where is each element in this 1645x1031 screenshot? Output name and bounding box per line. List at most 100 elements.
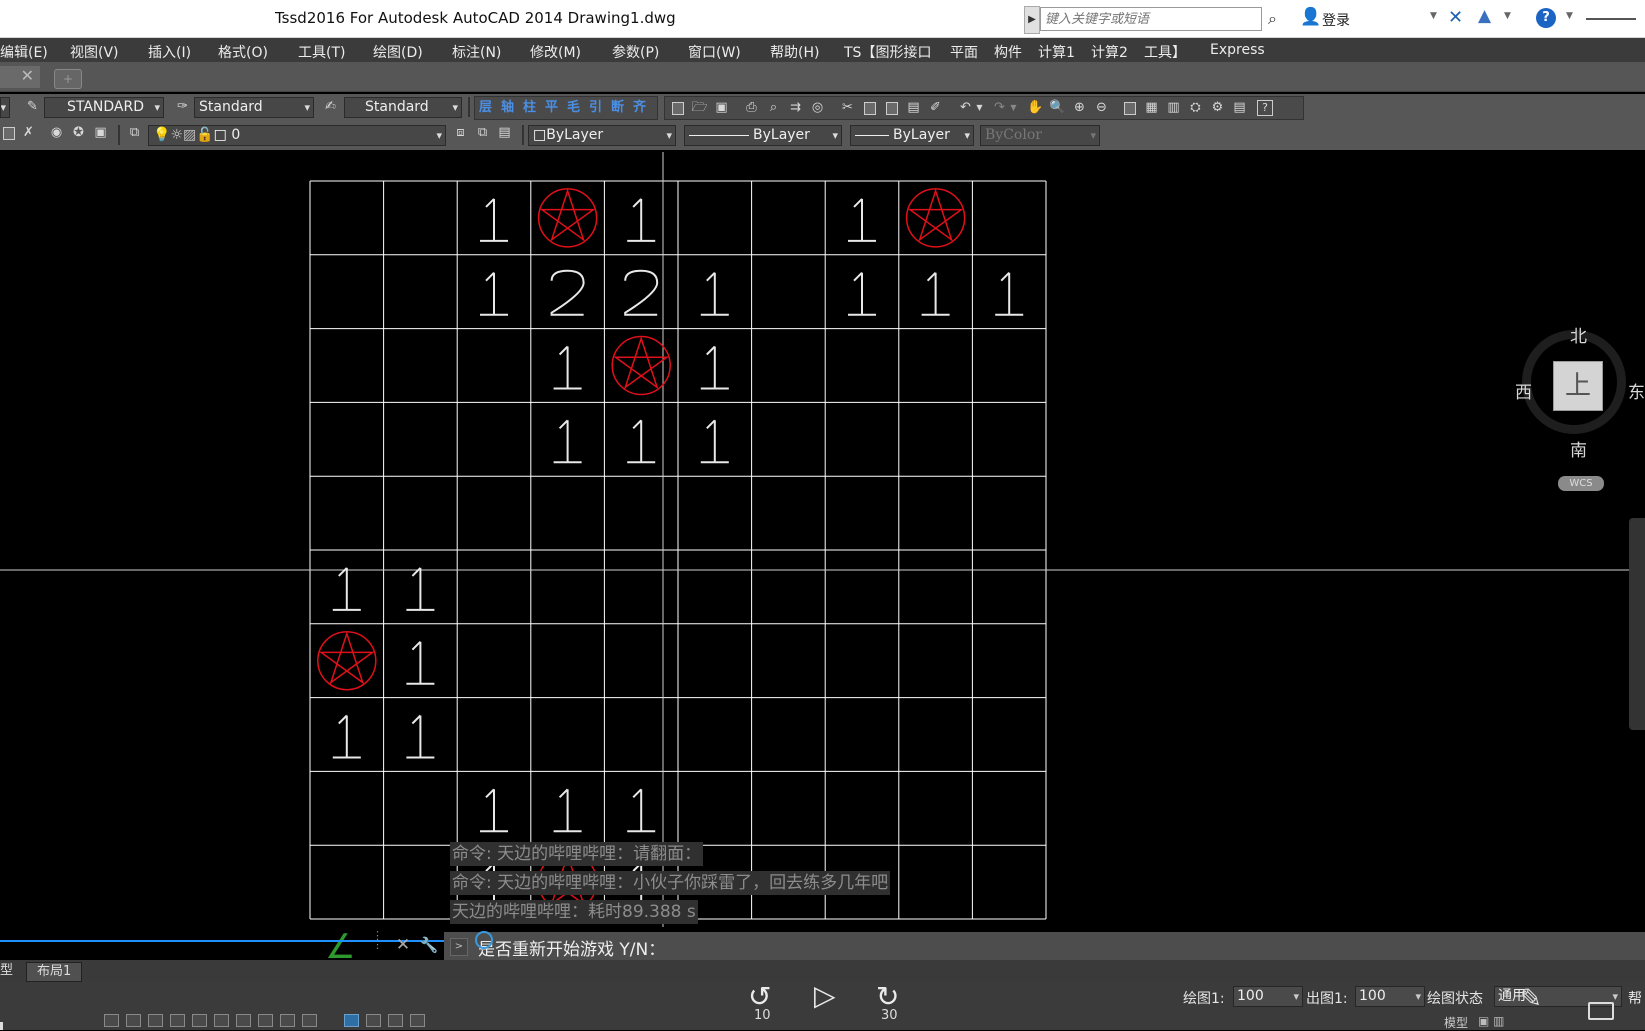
plotstyle-select[interactable]: ByColor ▾ <box>980 125 1100 146</box>
toggle-polar[interactable] <box>170 1014 185 1027</box>
tab-model[interactable]: 型 <box>0 962 13 980</box>
ts-align-button[interactable]: 齐 <box>631 100 648 116</box>
save-icon[interactable]: ▣ <box>713 100 730 116</box>
toggle-lwt[interactable] <box>302 1014 317 1027</box>
command-line-grip[interactable]: ⋮ ⋮ <box>372 930 384 959</box>
command-prompt[interactable]: 是否重新开始游戏 Y/N： <box>478 935 665 960</box>
toggle-osnap[interactable] <box>192 1014 207 1027</box>
menu-edit[interactable]: 编辑(E) <box>0 42 48 62</box>
cell-number[interactable] <box>332 567 361 611</box>
dim-style-icon[interactable]: ✑ <box>174 99 191 115</box>
menu-calc2[interactable]: 计算2 <box>1091 42 1128 62</box>
menu-help[interactable]: 帮助(H) <box>770 42 819 62</box>
cell-number[interactable] <box>627 419 656 464</box>
clean-screen-icon[interactable] <box>1588 1002 1614 1020</box>
ts-leader-button[interactable]: 引 <box>587 100 604 116</box>
cell-number[interactable] <box>627 788 656 833</box>
login-link[interactable]: 登录 <box>1322 10 1350 30</box>
ts-column-button[interactable]: 柱 <box>521 100 538 116</box>
menu-dimension[interactable]: 标注(N) <box>452 42 501 62</box>
markup-icon[interactable]: ⚙ <box>1209 100 1226 116</box>
toggle-3dosnap[interactable] <box>214 1014 229 1027</box>
cell-number[interactable] <box>480 198 508 242</box>
out-scale-select[interactable]: 100 ▾ <box>1355 986 1425 1007</box>
toggle-sc[interactable] <box>388 1014 403 1027</box>
cell-number[interactable] <box>700 419 729 464</box>
minesweeper-board[interactable] <box>0 152 1645 927</box>
command-prompt-icon[interactable]: > <box>450 938 468 956</box>
menu-format[interactable]: 格式(O) <box>218 42 268 62</box>
infocenter-expand-button[interactable]: ▶ <box>1024 6 1040 34</box>
toggle-am[interactable] <box>410 1014 425 1027</box>
menu-insert[interactable]: 插入(I) <box>148 42 191 62</box>
menu-express[interactable]: Express <box>1210 42 1265 58</box>
new-file-icon[interactable] <box>669 100 686 116</box>
help-icon[interactable]: ? <box>1257 100 1273 116</box>
menu-tools[interactable]: 工具(T) <box>298 42 345 62</box>
menu-window[interactable]: 窗口(W) <box>688 42 741 62</box>
chevron-down-icon[interactable]: ▼ <box>1566 11 1573 21</box>
drawing-canvas[interactable]: 上 北 南 西 东 WCS <box>0 152 1645 927</box>
compass-south[interactable]: 南 <box>1570 436 1587 461</box>
cell-number[interactable] <box>406 567 435 611</box>
exchange-icon[interactable]: ✕ <box>1448 7 1463 28</box>
layer-merge-icon[interactable]: ▣ <box>92 125 109 141</box>
cell-number[interactable] <box>700 345 729 390</box>
close-icon[interactable]: ✕ <box>0 66 40 88</box>
print-icon[interactable]: ⎙ <box>743 100 760 116</box>
text-style-icon[interactable]: ✎ <box>24 99 41 115</box>
make-current-icon[interactable]: ⧈ <box>452 125 469 141</box>
paste-block-icon[interactable]: ▤ <box>905 100 922 116</box>
menu-draw[interactable]: 绘图(D) <box>373 42 423 62</box>
user-icon[interactable]: 👤 <box>1300 7 1321 27</box>
cell-number[interactable] <box>332 714 361 759</box>
toggle-tpy[interactable] <box>344 1014 359 1027</box>
compass-west[interactable]: 西 <box>1515 378 1532 403</box>
layer-state-icon[interactable]: ✗ <box>20 125 37 141</box>
layer-isolate-icon[interactable]: ◉ <box>48 125 65 141</box>
compass-north[interactable]: 北 <box>1570 322 1587 347</box>
viewcube-top-face[interactable]: 上 <box>1553 361 1603 411</box>
toolbar-handle[interactable]: ▾ <box>0 97 10 118</box>
dim-style-select[interactable]: Standard ▾ <box>194 97 314 118</box>
menu-component[interactable]: 构件 <box>994 42 1022 62</box>
close-icon[interactable]: ✕ <box>392 932 414 958</box>
menu-parameters[interactable]: 参数(P) <box>612 42 659 62</box>
cell-number[interactable] <box>624 269 659 316</box>
menu-modify[interactable]: 修改(M) <box>530 42 581 62</box>
toggle-grid[interactable] <box>126 1014 141 1027</box>
cell-number[interactable] <box>848 198 876 242</box>
search-input[interactable] <box>1040 7 1262 31</box>
wcs-menu[interactable]: WCS <box>1558 476 1604 491</box>
chevron-down-icon[interactable]: ▼ <box>1430 11 1437 21</box>
toggle-snap[interactable] <box>104 1014 119 1027</box>
design-center-icon[interactable]: ▦ <box>1143 100 1160 116</box>
wrench-icon[interactable]: 🔧 <box>418 932 440 958</box>
cell-number[interactable] <box>921 271 950 316</box>
layer-select[interactable]: 💡☼▨🔓□ 0 ▾ <box>148 125 446 146</box>
zoom-window-icon[interactable]: ⊕ <box>1071 100 1088 116</box>
ts-layer-button[interactable]: 层 <box>477 100 494 116</box>
cell-number[interactable] <box>550 269 585 316</box>
copy-icon[interactable] <box>861 100 878 116</box>
cell-number[interactable] <box>995 271 1024 316</box>
cell-number[interactable] <box>406 714 435 759</box>
toggle-dyn[interactable] <box>280 1014 295 1027</box>
table-style-icon[interactable]: ✍ <box>322 99 339 115</box>
paste-icon[interactable] <box>883 100 900 116</box>
cell-number[interactable] <box>406 640 435 685</box>
print-preview-icon[interactable]: ⌕ <box>765 100 782 116</box>
cell-number[interactable] <box>553 345 582 390</box>
text-style-select[interactable]: STANDARD ▾ <box>44 97 164 118</box>
cell-number[interactable] <box>553 419 582 464</box>
layer-manager-icon[interactable] <box>0 125 17 141</box>
sheet-set-icon[interactable]: ⛭ <box>1187 100 1204 116</box>
cell-number[interactable] <box>480 271 508 316</box>
ts-brush-button[interactable]: 毛 <box>565 100 582 116</box>
menu-tools2[interactable]: 工具】 <box>1144 42 1186 62</box>
publish-icon[interactable]: ⇉ <box>787 100 804 116</box>
pan-icon[interactable]: ✋ <box>1027 100 1044 116</box>
layer-previous-state-icon[interactable]: ▤ <box>496 125 513 141</box>
cut-icon[interactable]: ✂ <box>839 100 856 116</box>
draw-scale-select[interactable]: 100 ▾ <box>1233 986 1303 1007</box>
